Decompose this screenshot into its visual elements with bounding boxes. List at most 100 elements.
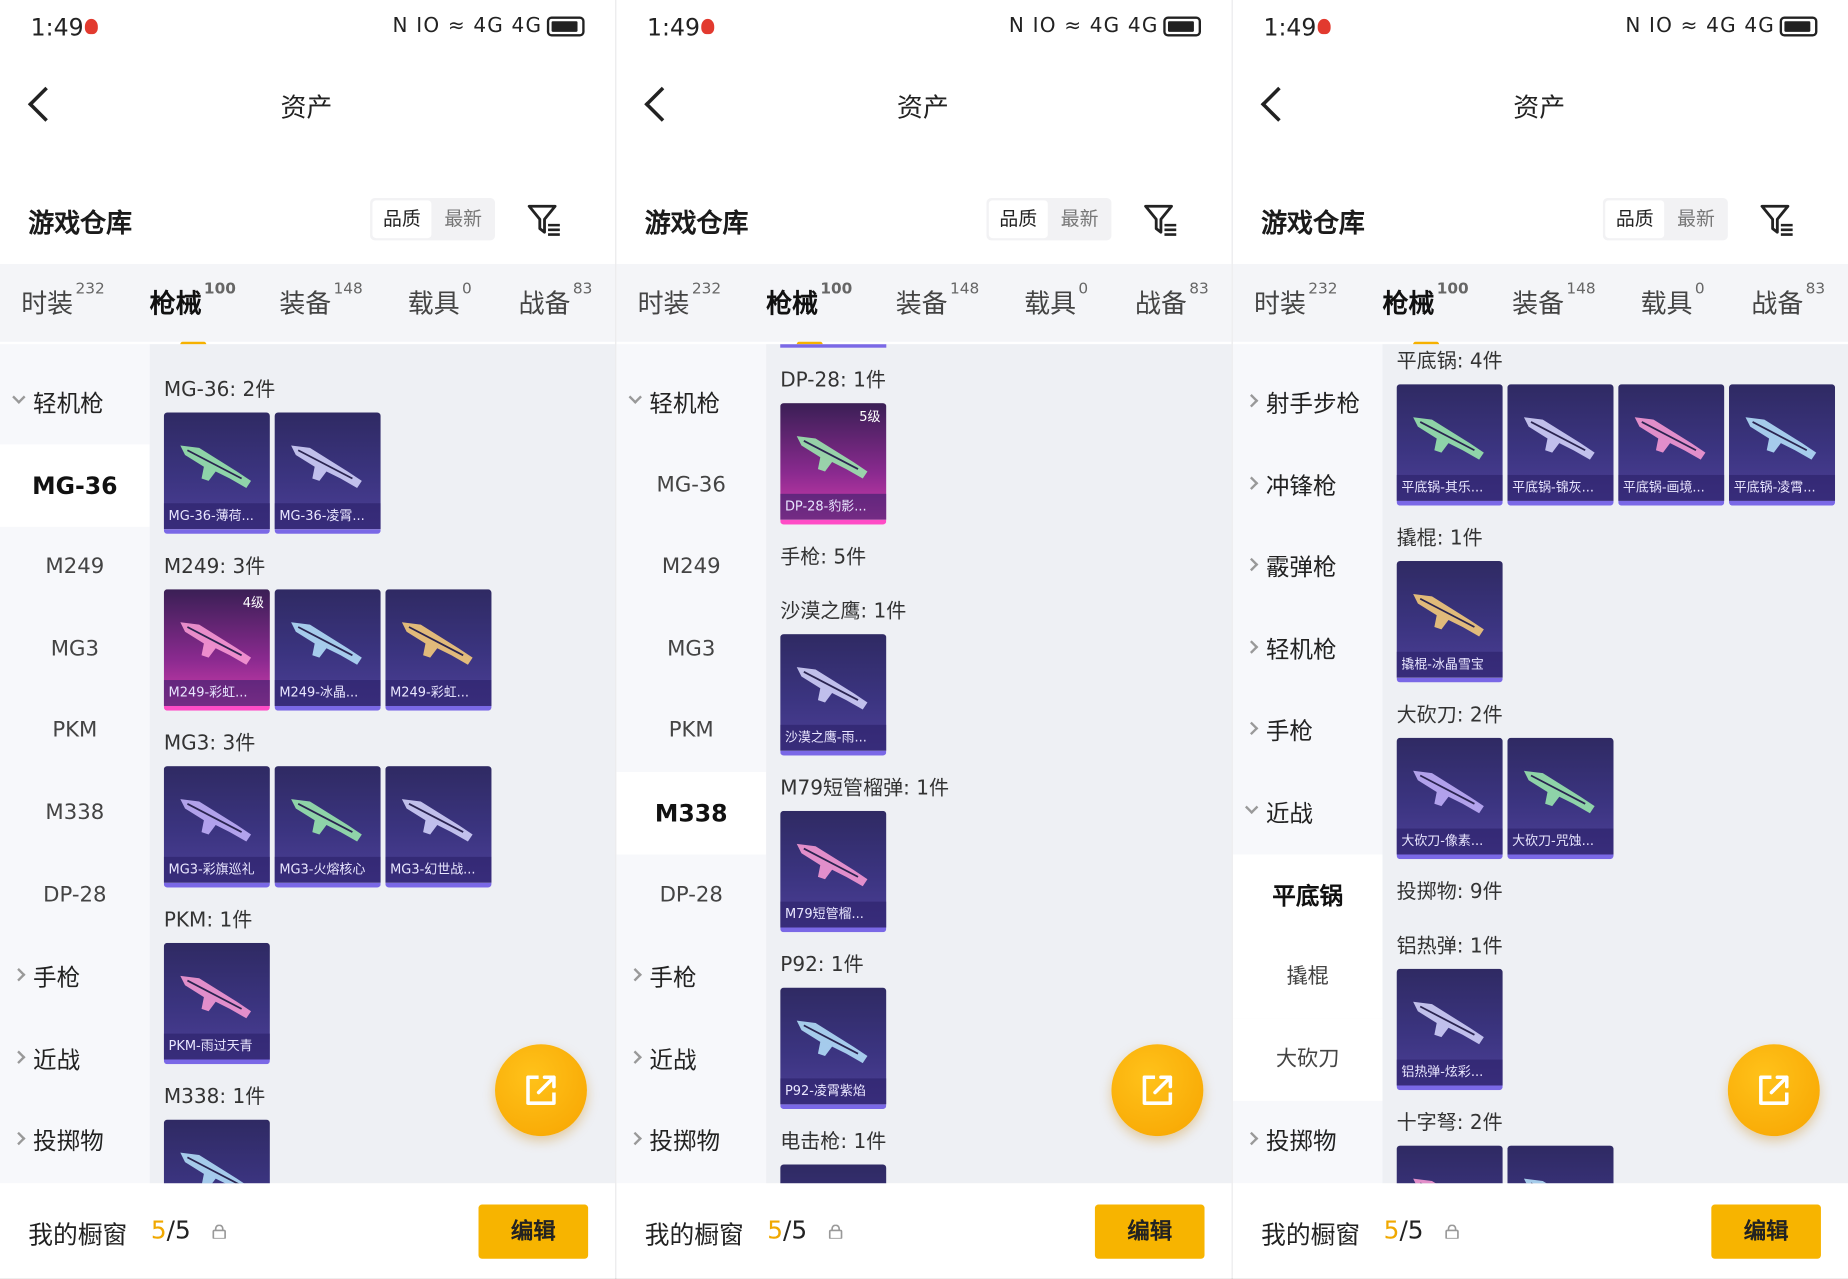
sidebar-item[interactable]: 霰弹枪 <box>1233 526 1383 609</box>
sidebar-item-label: 投掷物 <box>33 1127 104 1156</box>
sidebar-item[interactable]: M338 <box>0 772 150 855</box>
sidebar-item[interactable]: 射手步枪 <box>1233 362 1383 445</box>
sidebar-item[interactable]: DP-28 <box>616 854 766 937</box>
item-card[interactable]: 平底锅-画境... <box>1618 384 1725 506</box>
item-card[interactable]: 平底锅-凌霄... <box>1729 384 1836 506</box>
tab-count: 0 <box>462 280 472 299</box>
item-card[interactable] <box>163 1119 270 1184</box>
sidebar-item[interactable]: M338 <box>616 771 767 855</box>
sidebar-item[interactable]: PKM <box>616 690 766 773</box>
sidebar-item[interactable]: MG3 <box>0 608 150 691</box>
share-button[interactable] <box>1111 1044 1204 1137</box>
item-card[interactable]: 大砍刀-像素... <box>1396 737 1503 860</box>
sidebar-item[interactable]: 投掷物 <box>0 1100 150 1183</box>
sort-by-quality[interactable]: 品质 <box>372 200 432 239</box>
sidebar-item[interactable]: DP-28 <box>0 854 150 937</box>
item-card[interactable]: MG-36-凌霄... <box>274 412 381 534</box>
filter-icon[interactable] <box>1142 200 1180 238</box>
tab-4[interactable]: 战备83 <box>519 281 593 321</box>
sidebar-item[interactable]: 轻机枪 <box>616 362 766 445</box>
tab-count: 100 <box>1436 280 1469 299</box>
sidebar-item[interactable]: 轻机枪 <box>0 362 150 445</box>
item-card[interactable]: 撬棍-冰晶雪宝 <box>1396 561 1503 683</box>
item-card[interactable]: P92-凌霄紫焰 <box>780 987 887 1110</box>
sidebar-item[interactable]: 近战 <box>1233 772 1383 855</box>
tab-1[interactable]: 枪械100 <box>766 281 852 347</box>
item-card[interactable]: 铝热弹-炫彩... <box>1396 968 1503 1091</box>
chevron-down-icon <box>1245 800 1259 815</box>
tab-2[interactable]: 装备148 <box>896 281 979 321</box>
sidebar-item[interactable]: 冲锋枪 <box>1233 444 1383 527</box>
sidebar-item[interactable]: 投掷物 <box>1233 1100 1383 1183</box>
item-card[interactable]: 平底锅-锦灰... <box>1507 384 1614 506</box>
sidebar-item[interactable]: 手枪 <box>616 936 766 1019</box>
sidebar-item[interactable]: MG-36 <box>0 443 150 527</box>
status-icons: N IO ≈ 4G 4G <box>393 14 585 38</box>
sort-by-newest[interactable]: 最新 <box>434 198 493 240</box>
sidebar-item[interactable]: 手枪 <box>0 936 150 1019</box>
item-card[interactable]: 平底锅-其乐... <box>1396 384 1503 506</box>
tab-2[interactable]: 装备148 <box>279 281 362 321</box>
share-button[interactable] <box>1727 1044 1820 1137</box>
sort-by-quality[interactable]: 品质 <box>1605 200 1665 239</box>
edit-button[interactable]: 编辑 <box>1711 1204 1821 1259</box>
phone-screen-2: 1:49 N IO ≈ 4G 4G 资产 游戏仓库 品质 最新 时装232 枪械1… <box>616 0 1232 1279</box>
item-card[interactable]: 大砍刀-咒蚀... <box>1507 737 1614 860</box>
sidebar-item[interactable]: 平底锅 <box>1232 854 1383 937</box>
tab-3[interactable]: 载具0 <box>408 280 472 321</box>
item-card[interactable]: MG-36-薄荷... <box>163 412 270 534</box>
tab-3[interactable]: 载具0 <box>1024 281 1088 321</box>
filter-icon[interactable] <box>526 200 564 238</box>
item-card[interactable]: 沙漠之鹰-雨... <box>780 634 887 756</box>
sidebar-item[interactable]: 轻机枪 <box>1233 608 1383 691</box>
tab-2[interactable]: 装备148 <box>1512 281 1595 321</box>
edit-button[interactable]: 编辑 <box>1094 1204 1205 1259</box>
item-card[interactable]: M249-彩虹... <box>385 589 492 711</box>
item-name: M249-冰晶... <box>274 680 381 706</box>
sidebar-item[interactable]: PKM <box>0 690 150 773</box>
tab-1[interactable]: 枪械100 <box>150 281 236 347</box>
item-card[interactable] <box>1396 1145 1503 1184</box>
tab-3[interactable]: 载具0 <box>1641 280 1705 321</box>
chevron-right-icon <box>628 1132 642 1146</box>
sidebar-item-label: 近战 <box>649 1045 697 1074</box>
tab-1[interactable]: 枪械100 <box>1382 280 1469 347</box>
sidebar-item[interactable]: 手枪 <box>1233 690 1383 773</box>
item-card[interactable]: M249-冰晶... <box>274 589 381 711</box>
item-card[interactable] <box>1507 1145 1614 1184</box>
sidebar-item[interactable]: MG-36 <box>616 444 766 527</box>
group-title: 十字弩: 2件 <box>1396 1111 1503 1135</box>
tab-count: 83 <box>1189 280 1209 299</box>
item-card[interactable] <box>780 1164 887 1184</box>
item-card[interactable]: MG3-彩旗巡礼 <box>163 766 270 888</box>
item-card[interactable]: M79短管榴... <box>780 810 887 933</box>
sidebar-item[interactable]: 投掷物 <box>616 1100 766 1183</box>
sidebar-item[interactable]: 近战 <box>616 1018 766 1101</box>
tab-4[interactable]: 战备83 <box>1135 280 1209 321</box>
edit-button[interactable]: 编辑 <box>478 1204 589 1259</box>
tab-count: 0 <box>1694 280 1705 299</box>
item-card[interactable]: MG3-幻世战... <box>385 766 492 888</box>
filter-icon[interactable] <box>1758 200 1796 238</box>
share-button[interactable] <box>495 1044 587 1137</box>
sidebar-item[interactable]: 大砍刀 <box>1232 1018 1383 1101</box>
sidebar-item[interactable]: 撬棍 <box>1232 936 1383 1019</box>
status-time: 1:49 <box>1263 12 1317 42</box>
status-icons: N IO ≈ 4G 4G <box>1625 14 1818 38</box>
tab-0[interactable]: 时装232 <box>638 281 721 321</box>
tab-0[interactable]: 时装232 <box>1254 281 1337 321</box>
sidebar-item[interactable]: MG3 <box>616 608 766 691</box>
item-card[interactable]: PKM-雨过天青 <box>163 942 270 1065</box>
sort-by-newest[interactable]: 最新 <box>1667 198 1726 240</box>
sort-by-newest[interactable]: 最新 <box>1050 198 1109 240</box>
tab-0[interactable]: 时装232 <box>21 281 104 321</box>
sidebar-item[interactable]: M249 <box>616 526 766 609</box>
item-card[interactable]: MG3-火熔核心 <box>274 766 381 888</box>
item-name: 沙漠之鹰-雨... <box>780 724 887 751</box>
item-card[interactable]: 5级 DP-28-豹影... <box>780 403 887 525</box>
tab-4[interactable]: 战备83 <box>1751 281 1825 321</box>
item-card[interactable]: 4级 M249-彩虹... <box>163 589 270 711</box>
sidebar-item[interactable]: 近战 <box>0 1018 150 1101</box>
sort-by-quality[interactable]: 品质 <box>988 200 1048 239</box>
sidebar-item[interactable]: M249 <box>0 526 150 609</box>
